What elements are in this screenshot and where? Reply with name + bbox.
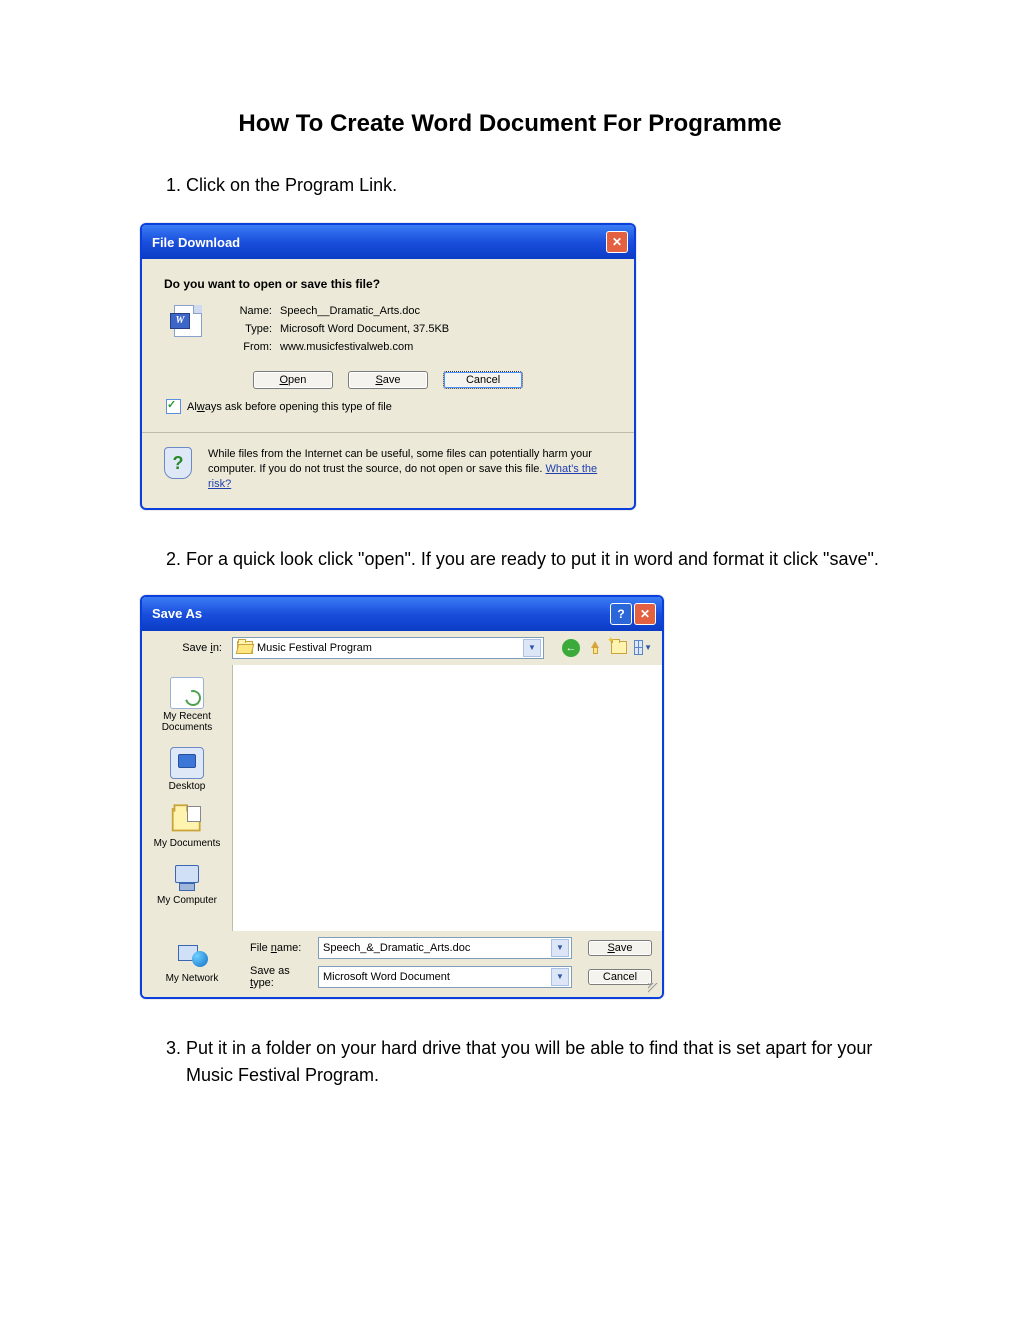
place-recent-documents[interactable]: My Recent Documents (147, 673, 227, 737)
cancel-button[interactable]: Cancel (443, 371, 523, 389)
always-ask-label: Always ask before opening this type of f… (187, 401, 392, 413)
views-menu-icon[interactable]: ▼ (634, 639, 652, 657)
save-in-label: Save in: (152, 642, 222, 654)
save-as-type-value: Microsoft Word Document (323, 971, 450, 983)
file-name-field[interactable]: Speech_&_Dramatic_Arts.doc ▼ (318, 937, 572, 959)
type-label: Type: (220, 323, 272, 335)
file-name-value: Speech_&_Dramatic_Arts.doc (323, 942, 470, 954)
up-one-level-icon[interactable] (586, 639, 604, 657)
prompt-text: Do you want to open or save this file? (164, 277, 612, 291)
warning-text: While files from the Internet can be use… (208, 447, 612, 492)
titlebar[interactable]: File Download ✕ (142, 225, 634, 259)
step-1: Click on the Program Link. (186, 172, 880, 199)
dialog-title: Save As (152, 606, 202, 621)
type-value: Microsoft Word Document, 37.5KB (280, 323, 449, 335)
desktop-icon (170, 747, 204, 779)
shield-help-icon: ? (164, 447, 194, 477)
open-button[interactable]: Open (253, 371, 333, 389)
from-label: From: (220, 341, 272, 353)
place-my-documents[interactable]: My Documents (147, 802, 227, 853)
always-ask-checkbox[interactable] (166, 399, 181, 414)
step-3: Put it in a folder on your hard drive th… (186, 1035, 880, 1089)
recent-documents-icon (170, 677, 204, 709)
my-network-icon (176, 941, 208, 971)
save-as-dialog: Save As ? ✕ Save in: Music Festival Prog… (140, 595, 664, 999)
save-button[interactable]: Save (588, 940, 652, 956)
name-value: Speech__Dramatic_Arts.doc (280, 305, 449, 317)
file-list-area[interactable] (233, 665, 662, 931)
folder-open-icon (237, 641, 253, 654)
save-in-combo[interactable]: Music Festival Program ▼ (232, 637, 544, 659)
save-in-value: Music Festival Program (257, 642, 372, 654)
titlebar[interactable]: Save As ? ✕ (142, 597, 662, 631)
my-documents-icon (171, 806, 203, 836)
close-icon[interactable]: ✕ (634, 603, 656, 625)
place-desktop[interactable]: Desktop (147, 743, 227, 796)
resize-grip-icon[interactable] (648, 983, 660, 995)
dialog-title: File Download (152, 235, 240, 250)
close-icon[interactable]: ✕ (606, 231, 628, 253)
my-computer-icon (171, 863, 203, 893)
step-2: For a quick look click "open". If you ar… (186, 546, 880, 573)
chevron-down-icon[interactable]: ▼ (551, 939, 569, 957)
chevron-down-icon[interactable]: ▼ (551, 968, 569, 986)
back-icon[interactable]: ← (562, 639, 580, 657)
file-download-dialog: File Download ✕ Do you want to open or s… (140, 223, 636, 510)
chevron-down-icon[interactable]: ▼ (523, 639, 541, 657)
save-as-type-label: Save as type: (250, 965, 310, 989)
new-folder-icon[interactable]: ✦ (610, 639, 628, 657)
save-button[interactable]: Save (348, 371, 428, 389)
word-document-icon: W (170, 305, 202, 337)
cancel-button[interactable]: Cancel (588, 969, 652, 985)
place-my-network[interactable]: My Network (152, 937, 232, 988)
places-bar: My Recent Documents Desktop My Documents… (142, 665, 233, 931)
from-value: www.musicfestivalweb.com (280, 341, 449, 353)
page-title: How To Create Word Document For Programm… (140, 110, 880, 138)
place-my-computer[interactable]: My Computer (147, 859, 227, 910)
help-icon[interactable]: ? (610, 603, 632, 625)
name-label: Name: (220, 305, 272, 317)
file-name-label: File name: (250, 942, 310, 954)
save-as-type-combo[interactable]: Microsoft Word Document ▼ (318, 966, 572, 988)
